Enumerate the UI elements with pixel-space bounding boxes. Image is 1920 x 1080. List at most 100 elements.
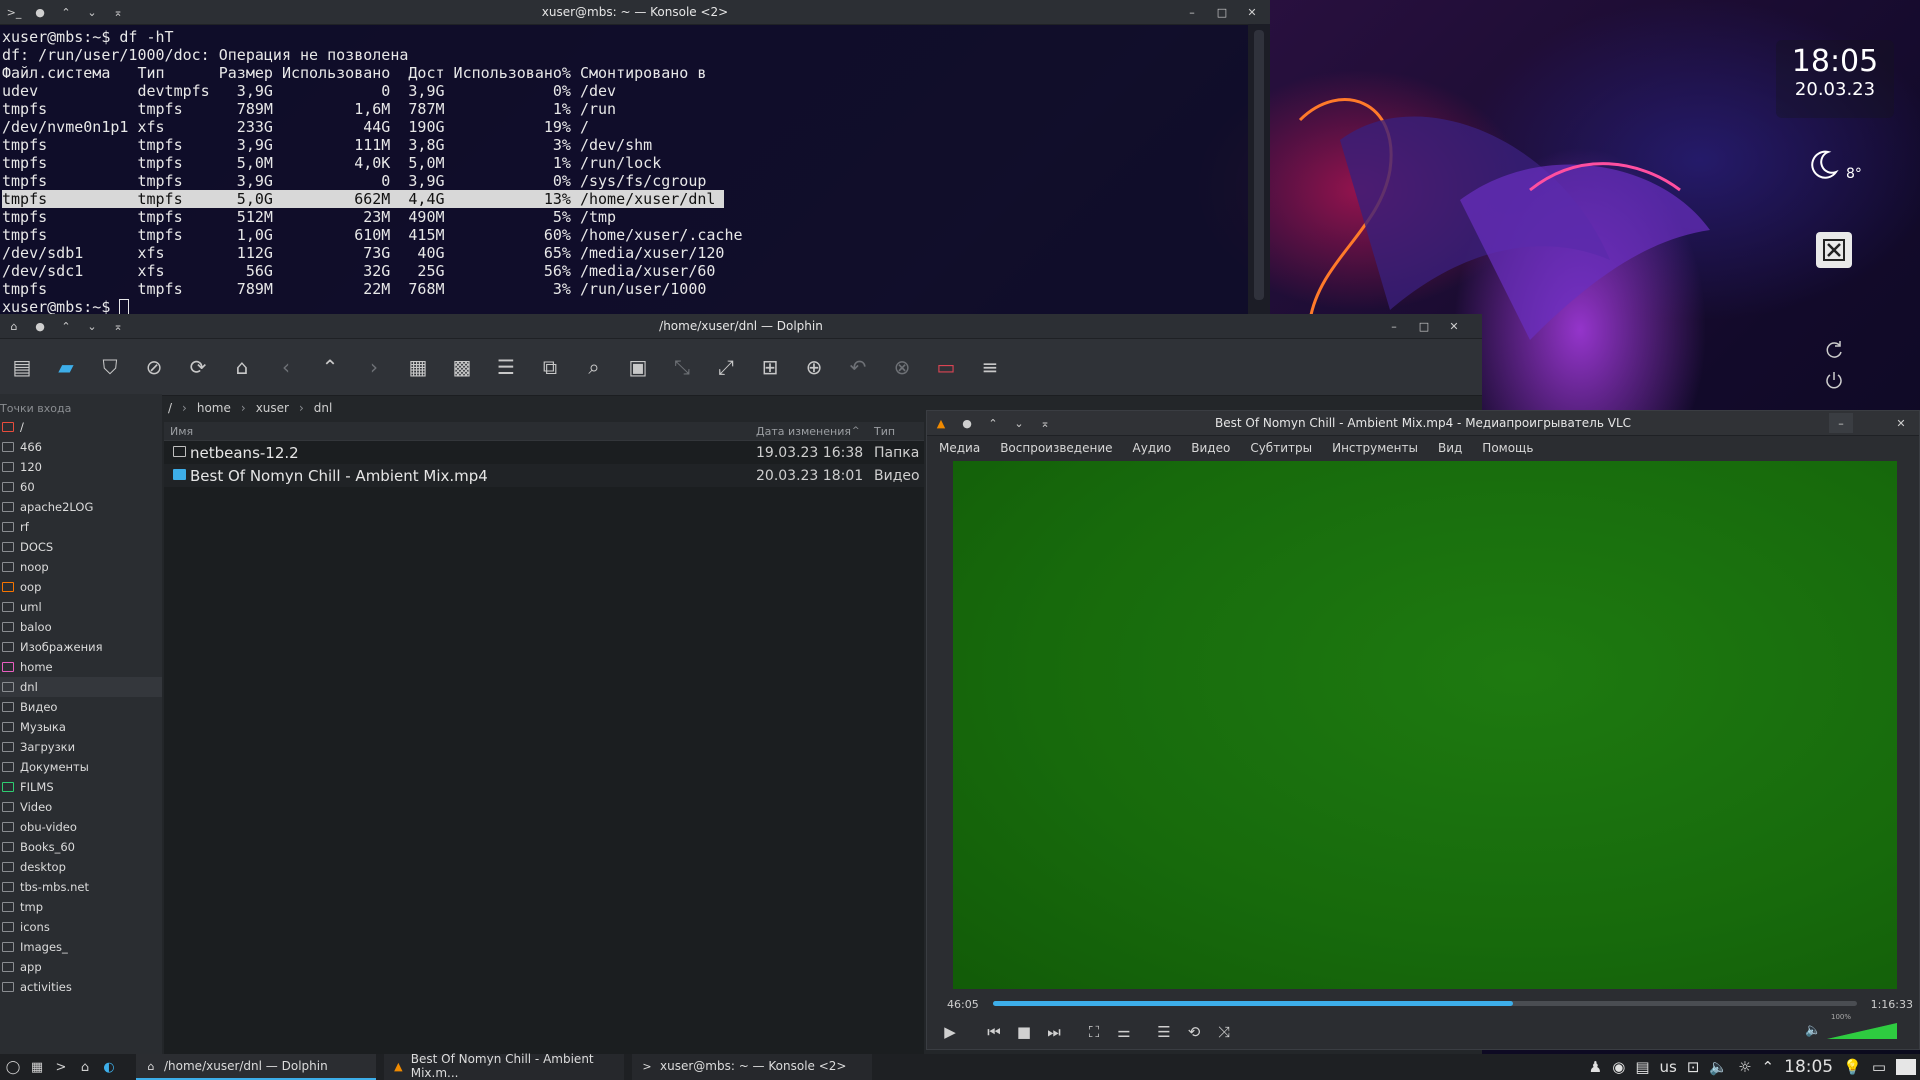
vlc-menu-item[interactable]: Медиа	[939, 441, 980, 455]
place-item[interactable]: /	[0, 417, 162, 437]
time-total[interactable]: 1:16:33	[1871, 998, 1913, 1011]
shade-icon[interactable]: ⌅	[106, 2, 130, 22]
place-item[interactable]: dnl	[0, 677, 162, 697]
place-item[interactable]: DOCS	[0, 537, 162, 557]
place-item[interactable]: apache2LOG	[0, 497, 162, 517]
details-view-icon[interactable]: ☰	[488, 349, 524, 385]
place-item[interactable]: Images_	[0, 937, 162, 957]
play-icon[interactable]: ▶	[939, 1021, 961, 1043]
scrollbar-thumb[interactable]	[1254, 30, 1264, 300]
place-item[interactable]: Загрузки	[0, 737, 162, 757]
up-icon[interactable]: ⌃	[312, 349, 348, 385]
seek-slider[interactable]	[993, 1001, 1857, 1006]
zoom-out-icon[interactable]: ⤡	[664, 349, 700, 385]
bulb-icon[interactable]: 💡	[1843, 1058, 1862, 1076]
vlc-menu-item[interactable]: Субтитры	[1250, 441, 1312, 455]
vlc-menu-item[interactable]: Воспроизведение	[1000, 441, 1112, 455]
vlc-menu-item[interactable]: Инструменты	[1332, 441, 1418, 455]
terminal-scrollbar[interactable]	[1248, 24, 1270, 316]
place-item[interactable]: app	[0, 957, 162, 977]
volume-slider[interactable]: 🔈 100%	[1805, 1013, 1897, 1041]
desktop-pager-icon[interactable]	[1896, 1059, 1916, 1075]
keep-below-icon[interactable]: ⌄	[80, 316, 104, 336]
keep-above-icon[interactable]: ⌃	[54, 2, 78, 22]
close-icon[interactable]: ✕	[1442, 316, 1466, 336]
task-dolphin[interactable]: ⌂ /home/xuser/dnl — Dolphin	[136, 1054, 376, 1080]
place-item[interactable]: activities	[0, 977, 162, 997]
terminal-icon[interactable]: >	[52, 1058, 70, 1076]
taskbar-clock[interactable]: 18:05	[1784, 1057, 1833, 1077]
place-item[interactable]: tbs-mbs.net	[0, 877, 162, 897]
place-item[interactable]: obu-video	[0, 817, 162, 837]
hamburger-menu-icon[interactable]: ≡	[972, 349, 1008, 385]
place-item[interactable]: Изображения	[0, 637, 162, 657]
show-desktop-icon[interactable]: ▭	[1872, 1058, 1886, 1076]
weather-widget[interactable]: 8°	[1800, 142, 1870, 192]
column-name[interactable]: Имя	[170, 425, 193, 438]
column-type[interactable]: Тип	[874, 425, 895, 438]
file-row[interactable]: Best Of Nomyn Chill - Ambient Mix.mp4 20.…	[164, 464, 924, 487]
search-icon[interactable]: ⌕	[576, 349, 612, 385]
place-item[interactable]: desktop	[0, 857, 162, 877]
konsole-titlebar[interactable]: >_ ● ⌃ ⌄ ⌅ xuser@mbs: ~ — Konsole <2> – …	[0, 0, 1270, 25]
place-item[interactable]: noop	[0, 557, 162, 577]
icons-view-icon[interactable]: ▦	[400, 349, 436, 385]
place-item[interactable]: rf	[0, 517, 162, 537]
place-item[interactable]: Музыка	[0, 717, 162, 737]
refresh-widget[interactable]	[1822, 338, 1846, 362]
vlc-menu-item[interactable]: Помощь	[1482, 441, 1533, 455]
forward-icon[interactable]: ›	[356, 349, 392, 385]
column-date[interactable]: Дата изменения	[756, 425, 851, 438]
clipboard-icon[interactable]: ▤	[1635, 1058, 1649, 1076]
speaker-icon[interactable]: 🔈	[1805, 1023, 1821, 1038]
volume-icon[interactable]: 🔈	[1709, 1058, 1728, 1076]
bookmark-icon[interactable]: ⛉	[92, 349, 128, 385]
place-item[interactable]: Видео	[0, 697, 162, 717]
terminal-output[interactable]: xuser@mbs:~$ df -hT df: /run/user/1000/do…	[0, 24, 1248, 316]
kill-window-widget[interactable]	[1816, 232, 1852, 268]
app-menu-icon[interactable]: ◯	[4, 1058, 22, 1076]
task-konsole[interactable]: > xuser@mbs: ~ — Konsole <2>	[632, 1054, 872, 1080]
keep-below-icon[interactable]: ⌄	[80, 2, 104, 22]
place-item[interactable]: 120	[0, 457, 162, 477]
network-icon[interactable]: ⊡	[1687, 1058, 1700, 1076]
keyboard-layout[interactable]: us	[1660, 1058, 1677, 1076]
place-item[interactable]: Video	[0, 797, 162, 817]
fullscreen-icon[interactable]: ⛶	[1083, 1021, 1105, 1043]
extended-settings-icon[interactable]: ⚌	[1113, 1021, 1135, 1043]
place-item[interactable]: uml	[0, 597, 162, 617]
stop-icon[interactable]: ⊗	[884, 349, 920, 385]
place-item[interactable]: home	[0, 657, 162, 677]
zoom-in-icon[interactable]: ⤢	[708, 349, 744, 385]
place-item[interactable]: oop	[0, 577, 162, 597]
breadcrumb-segment[interactable]: dnl	[314, 401, 333, 415]
undo-icon[interactable]: ↶	[840, 349, 876, 385]
brightness-icon[interactable]: ☼	[1738, 1058, 1751, 1076]
dolphin-app-icon[interactable]: ⌂	[2, 316, 26, 336]
place-item[interactable]: 466	[0, 437, 162, 457]
next-icon[interactable]: ⏭	[1043, 1021, 1065, 1043]
playlist-icon[interactable]: ☰	[1153, 1021, 1175, 1043]
konsole-app-icon[interactable]: >_	[2, 2, 26, 22]
breadcrumb-segment[interactable]: home	[197, 401, 231, 415]
vlc-menu-item[interactable]: Аудио	[1133, 441, 1172, 455]
on-all-desktops-icon[interactable]: ●	[28, 316, 52, 336]
vlc-window[interactable]: ▲ ● ⌃ ⌄ ⌅ Best Of Nomyn Chill - Ambient …	[926, 410, 1920, 1050]
place-item[interactable]: icons	[0, 917, 162, 937]
home-icon[interactable]: ⌂	[224, 349, 260, 385]
shade-icon[interactable]: ⌅	[1033, 413, 1057, 433]
compact-view-icon[interactable]: ▩	[444, 349, 480, 385]
maximize-icon[interactable]: □	[1210, 2, 1234, 22]
keep-above-icon[interactable]: ⌃	[54, 316, 78, 336]
stop-icon[interactable]: ■	[1013, 1021, 1035, 1043]
browser-icon[interactable]: ◐	[100, 1058, 118, 1076]
place-item[interactable]: baloo	[0, 617, 162, 637]
on-all-desktops-icon[interactable]: ●	[28, 2, 52, 22]
split-view-icon[interactable]: ⧉	[532, 349, 568, 385]
place-item[interactable]: 60	[0, 477, 162, 497]
preview-icon[interactable]: ▣	[620, 349, 656, 385]
shuffle-icon[interactable]: ⤨	[1213, 1021, 1235, 1043]
loop-icon[interactable]: ⟲	[1183, 1021, 1205, 1043]
file-view[interactable]: Имя Дата изменения ^ Тип netbeans-12.2 19…	[164, 422, 924, 1054]
place-item[interactable]: FILMS	[0, 777, 162, 797]
